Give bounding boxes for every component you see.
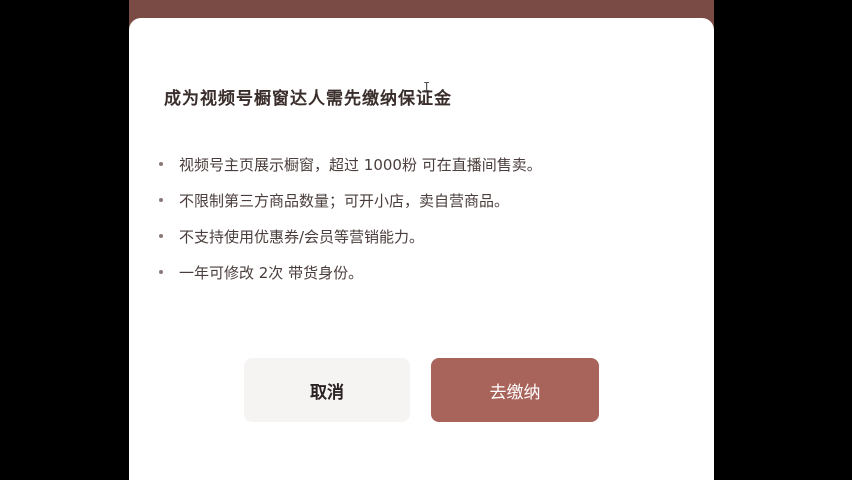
dialog-title: 成为视频号橱窗达人需先缴纳保证金	[164, 89, 452, 109]
bullet-dot-icon	[159, 270, 163, 274]
bullet-dot-icon	[159, 162, 163, 166]
list-item-text: 一年可修改 2次 带货身份。	[179, 263, 364, 282]
list-item: 不限制第三方商品数量；可开小店，卖自营商品。	[159, 182, 542, 218]
benefit-list: 视频号主页展示橱窗，超过 1000粉 可在直播间售卖。 不限制第三方商品数量；可…	[159, 146, 542, 290]
deposit-dialog: 成为视频号橱窗达人需先缴纳保证金 I 视频号主页展示橱窗，超过 1000粉 可在…	[129, 18, 714, 480]
pay-deposit-button[interactable]: 去缴纳	[431, 358, 599, 422]
list-item: 视频号主页展示橱窗，超过 1000粉 可在直播间售卖。	[159, 146, 542, 182]
bullet-dot-icon	[159, 234, 163, 238]
bullet-dot-icon	[159, 198, 163, 202]
list-item: 不支持使用优惠券/会员等营销能力。	[159, 218, 542, 254]
screen: 成为视频号橱窗达人需先缴纳保证金 I 视频号主页展示橱窗，超过 1000粉 可在…	[0, 0, 852, 480]
list-item-text: 视频号主页展示橱窗，超过 1000粉 可在直播间售卖。	[179, 155, 542, 174]
text-cursor-icon: I	[423, 80, 431, 94]
list-item: 一年可修改 2次 带货身份。	[159, 254, 542, 290]
cancel-button[interactable]: 取消	[244, 358, 410, 422]
list-item-text: 不限制第三方商品数量；可开小店，卖自营商品。	[179, 191, 510, 210]
list-item-text: 不支持使用优惠券/会员等营销能力。	[179, 227, 425, 246]
